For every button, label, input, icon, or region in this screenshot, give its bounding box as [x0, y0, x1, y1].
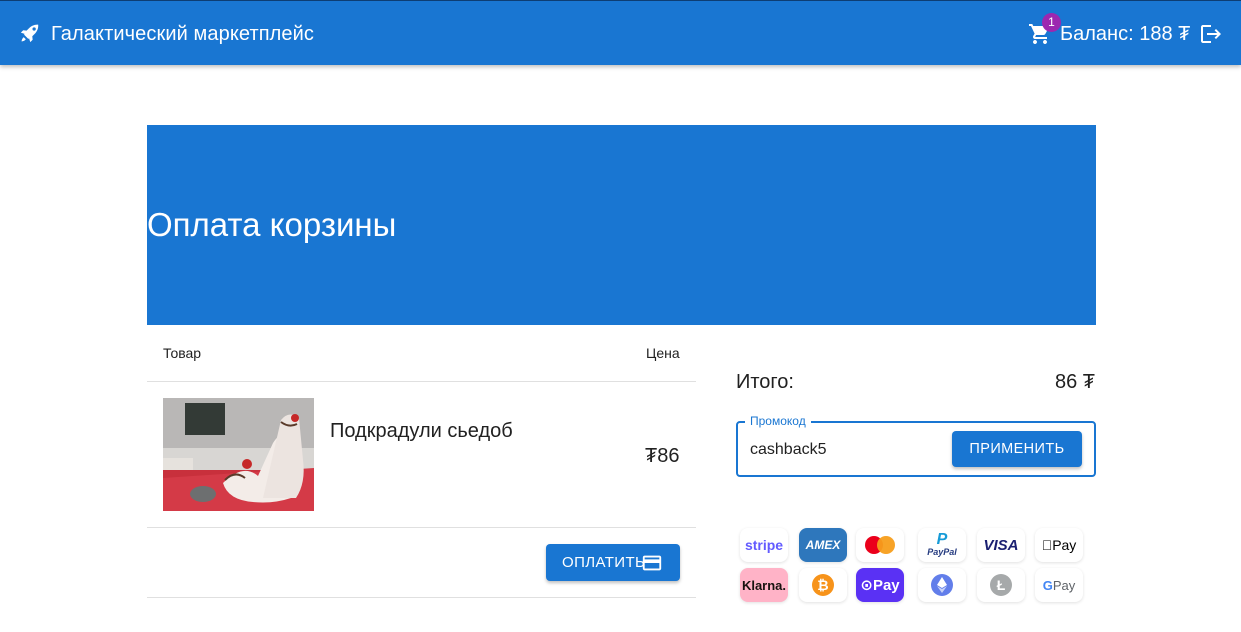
google-pay-logo: G Pay	[1035, 568, 1083, 602]
page-title: Оплата корзины	[147, 206, 397, 243]
amex-logo: AMEX	[799, 528, 847, 562]
total-value: 86 ₮	[1055, 371, 1096, 393]
litecoin-logo: Ł	[977, 568, 1025, 602]
cart-count-badge: 1	[1042, 13, 1061, 32]
rocket-icon	[20, 24, 39, 43]
bitcoin-logo: ₿	[799, 568, 847, 602]
apple-pay-logo: Pay	[1035, 528, 1083, 562]
product-name: Подкрадули сьедоб	[330, 420, 513, 442]
table-divider	[147, 527, 696, 528]
table-divider	[147, 381, 696, 382]
ethereum-logo	[918, 568, 966, 602]
visa-logo: VISA	[977, 528, 1025, 562]
app-bar: Галактический маркетплейс 1 Баланс: 188 …	[0, 0, 1241, 65]
product-price: ₮86	[645, 445, 680, 467]
klarna-logo: Klarna.	[740, 568, 788, 602]
balance-label: Баланс: 188 ₮	[1060, 23, 1191, 45]
opay-logo: ⊙ Pay	[856, 568, 904, 602]
promo-code-label: Промокод	[745, 413, 811, 429]
pay-button-label: ОПЛАТИТЬ	[562, 554, 646, 571]
product-image	[163, 398, 314, 511]
promo-code-input[interactable]	[750, 438, 940, 462]
pay-button[interactable]: ОПЛАТИТЬ	[546, 544, 680, 581]
column-header-product: Товар	[163, 345, 202, 361]
column-header-price: Цена	[646, 345, 680, 361]
apply-promo-button[interactable]: ПРИМЕНИТЬ	[952, 431, 1082, 467]
table-divider	[147, 597, 696, 598]
total-label: Итого:	[736, 371, 794, 393]
credit-card-icon	[642, 555, 662, 571]
stripe-logo: stripe	[740, 528, 788, 562]
paypal-logo: P PayPal	[918, 528, 966, 562]
app-title: Галактический маркетплейс	[51, 23, 315, 45]
logout-icon[interactable]	[1199, 22, 1223, 46]
mastercard-logo	[856, 528, 904, 562]
